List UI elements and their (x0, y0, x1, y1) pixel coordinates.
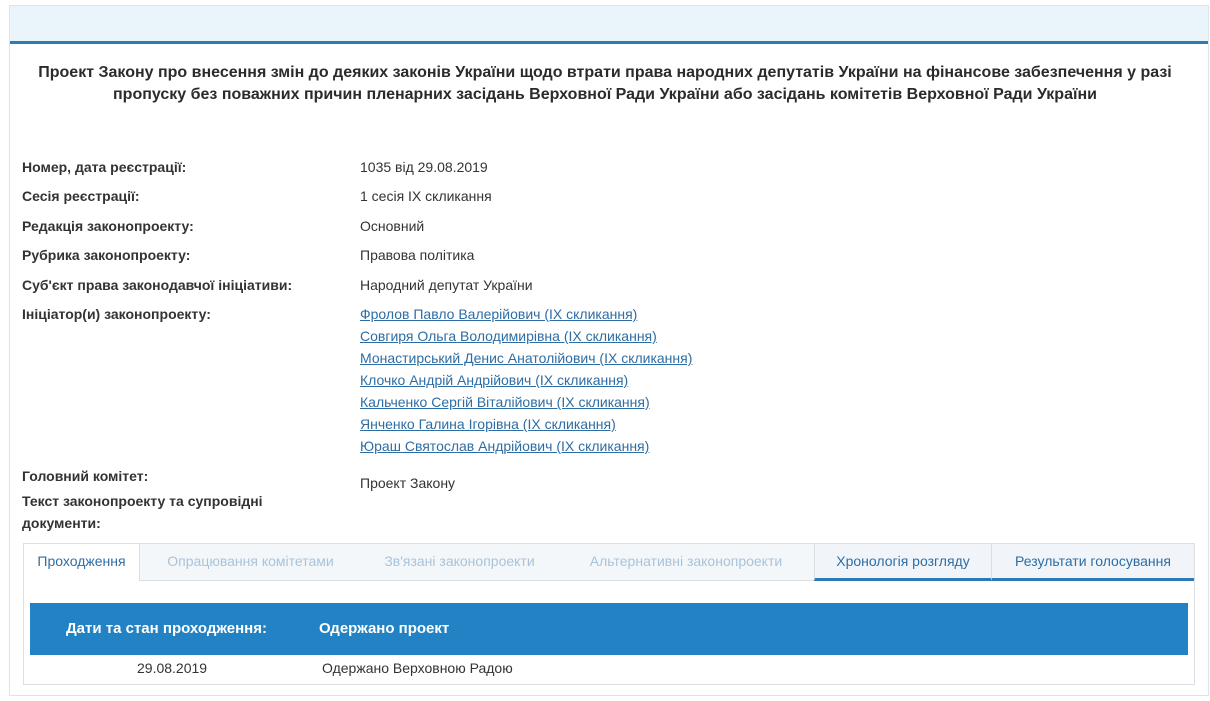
number-value: 1035 від 29.08.2019 (360, 159, 488, 175)
committee-label: Головний комітет: (22, 468, 149, 484)
tab-committee-processing[interactable]: Опрацювання комітетами (140, 544, 361, 581)
session-label: Сесія реєстрації: (22, 188, 140, 204)
row-date: 29.08.2019 (137, 660, 208, 676)
documents-value[interactable]: Проект Закону (360, 472, 455, 494)
tab-bar: Проходження Опрацювання комітетами Зв'яз… (24, 544, 1194, 581)
top-banner (10, 6, 1208, 44)
table-row: 29.08.2019 Одержано Верховною Радою (30, 657, 1188, 683)
rubric-label: Рубрика законопроекту: (22, 247, 191, 263)
initiators-list: Фролов Павло Валерійович (IX скликання) … (360, 303, 692, 457)
row-status: Одержано Верховною Радою (322, 660, 513, 676)
edition-value: Основний (360, 218, 425, 234)
initiator-link[interactable]: Совгиря Ольга Володимирівна (IX скликанн… (360, 325, 692, 347)
initiator-link[interactable]: Кальченко Сергій Віталійович (IX скликан… (360, 391, 692, 413)
header-dates: Дати та стан проходження: (66, 620, 267, 637)
documents-label: Текст законопроекту та супровідні докуме… (22, 493, 263, 531)
subject-value: Народний депутат України (360, 277, 533, 293)
tab-chronology[interactable]: Хронологія розгляду (814, 544, 991, 581)
tabs-panel: Проходження Опрацювання комітетами Зв'яз… (23, 543, 1195, 685)
tab-alternative-bills[interactable]: Альтернативні законопроекти (558, 544, 814, 581)
number-label: Номер, дата реєстрації: (22, 159, 187, 175)
initiator-link[interactable]: Юраш Святослав Андрійович (IX скликання) (360, 435, 692, 457)
initiator-link[interactable]: Клочко Андрій Андрійович (IX скликання) (360, 369, 692, 391)
header-status: Одержано проект (319, 620, 450, 637)
subject-label: Суб'єкт права законодавчої ініціативи: (22, 277, 293, 293)
initiator-link[interactable]: Янченко Галина Ігорівна (IX скликання) (360, 413, 692, 435)
rubric-value: Правова політика (360, 247, 475, 263)
tab-related-bills[interactable]: Зв'язані законопроекти (361, 544, 558, 581)
edition-label: Редакція законопроекту: (22, 218, 194, 234)
session-value: 1 сесія IX скликання (360, 188, 492, 204)
bill-title: Проект Закону про внесення змін до деяки… (38, 64, 1172, 103)
initiator-link[interactable]: Монастирський Денис Анатолійович (IX скл… (360, 347, 692, 369)
initiators-label: Ініціатор(и) законопроекту: (22, 306, 211, 322)
table-header: Дати та стан проходження: Одержано проек… (30, 603, 1188, 655)
initiator-link[interactable]: Фролов Павло Валерійович (IX скликання) (360, 303, 692, 325)
tab-voting-results[interactable]: Результати голосування (991, 544, 1194, 581)
tab-passage[interactable]: Проходження (24, 544, 140, 581)
